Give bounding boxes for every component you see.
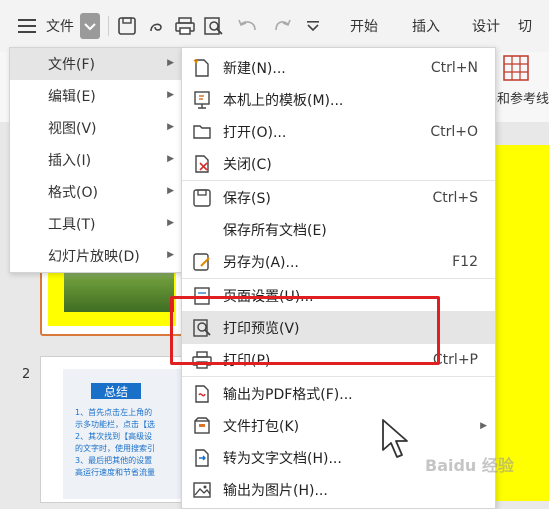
print-icon[interactable] <box>172 12 198 40</box>
export-icon[interactable] <box>143 12 169 40</box>
save-icon[interactable] <box>114 12 140 40</box>
chevron-right-icon: ▶ <box>167 218 174 228</box>
main-dropdown-menu: 文件(F) ▶ 编辑(E) ▶ 视图(V) ▶ 插入(I) ▶ 格式(O) ▶ 工具(T)… <box>9 47 183 273</box>
file-menu-button[interactable]: 文件 <box>42 12 78 40</box>
menu-item-save[interactable]: 保存(S) Ctrl+S <box>182 181 495 214</box>
tab-start[interactable]: 开始 <box>338 12 390 40</box>
close-doc-icon <box>195 155 209 173</box>
chevron-right-icon: ▶ <box>480 420 487 431</box>
tab-transition[interactable]: 切 <box>518 12 549 40</box>
menu-item-file[interactable]: 文件(F) ▶ <box>10 48 182 80</box>
redo-icon[interactable] <box>271 12 295 40</box>
open-folder-icon <box>193 125 211 139</box>
slide-thumbnail-2[interactable]: 总结 1、首先点击左上角的 示多功能栏，点击【选 2、其次找到【高级设 的文字时… <box>40 356 184 503</box>
file-dropdown-button[interactable] <box>80 13 100 39</box>
menu-item-export-image[interactable]: 输出为图片(H)... <box>182 473 495 506</box>
menu-item-template[interactable]: 本机上的模板(M)... <box>182 83 495 116</box>
slide-thumbnail-title: 总结 <box>91 383 141 399</box>
menu-item-export-pdf[interactable]: 输出为PDF格式(F)... <box>182 377 495 410</box>
export-image-icon <box>193 482 211 498</box>
chevron-right-icon: ▶ <box>167 58 174 68</box>
new-file-icon <box>193 59 209 77</box>
menu-item-open[interactable]: 打开(O)... Ctrl+O <box>182 115 495 148</box>
main-slide-canvas[interactable] <box>495 145 549 501</box>
menu-item-tools[interactable]: 工具(T) ▶ <box>10 208 182 240</box>
menu-item-insert[interactable]: 插入(I) ▶ <box>10 144 182 176</box>
top-toolbar: 文件 开始 插入 设计 切 <box>0 0 549 53</box>
tab-design[interactable]: 设计 <box>460 12 512 40</box>
chevron-down-icon <box>84 23 96 31</box>
menu-item-save-as[interactable]: 另存为(A)... F12 <box>182 245 495 278</box>
undo-icon[interactable] <box>233 12 263 40</box>
chevron-right-icon: ▶ <box>167 250 174 260</box>
menu-item-save-all[interactable]: 保存所有文档(E) <box>182 213 495 246</box>
package-icon <box>194 417 210 434</box>
template-icon <box>194 91 210 109</box>
hamburger-menu-icon[interactable] <box>14 12 40 40</box>
chevron-right-icon: ▶ <box>167 186 174 196</box>
chevron-right-icon: ▶ <box>167 122 174 132</box>
save-as-icon <box>193 253 210 271</box>
annotation-highlight-box <box>170 296 440 365</box>
menu-item-slideshow[interactable]: 幻灯片放映(D) ▶ <box>10 240 182 272</box>
menu-item-format[interactable]: 格式(O) ▶ <box>10 176 182 208</box>
slide-thumbnail-text: 1、首先点击左上角的 示多功能栏，点击【选 2、其次找到【高级设 的文字时，使用… <box>75 408 155 477</box>
print-preview-icon[interactable] <box>201 12 227 40</box>
menu-item-edit[interactable]: 编辑(E) ▶ <box>10 80 182 112</box>
grid-icon[interactable] <box>503 55 529 81</box>
menu-item-close[interactable]: 关闭(C) <box>182 147 495 180</box>
file-submenu: 新建(N)... Ctrl+N 本机上的模板(M)... 打开(O)... Ct… <box>181 47 496 509</box>
pdf-icon <box>195 385 209 403</box>
menu-item-view[interactable]: 视图(V) ▶ <box>10 112 182 144</box>
chevron-right-icon: ▶ <box>167 90 174 100</box>
mouse-cursor-icon <box>382 419 408 458</box>
chevron-right-icon: ▶ <box>167 154 174 164</box>
save-icon <box>193 189 211 207</box>
menu-item-package[interactable]: 文件打包(K) ▶ <box>182 409 495 442</box>
convert-doc-icon <box>195 449 209 467</box>
menu-item-new[interactable]: 新建(N)... Ctrl+N <box>182 51 495 84</box>
slide-number: 2 <box>22 367 31 382</box>
tab-insert[interactable]: 插入 <box>400 12 452 40</box>
quick-access-more-icon[interactable] <box>301 12 325 40</box>
watermark-text: Baidu 经验 <box>425 456 514 475</box>
